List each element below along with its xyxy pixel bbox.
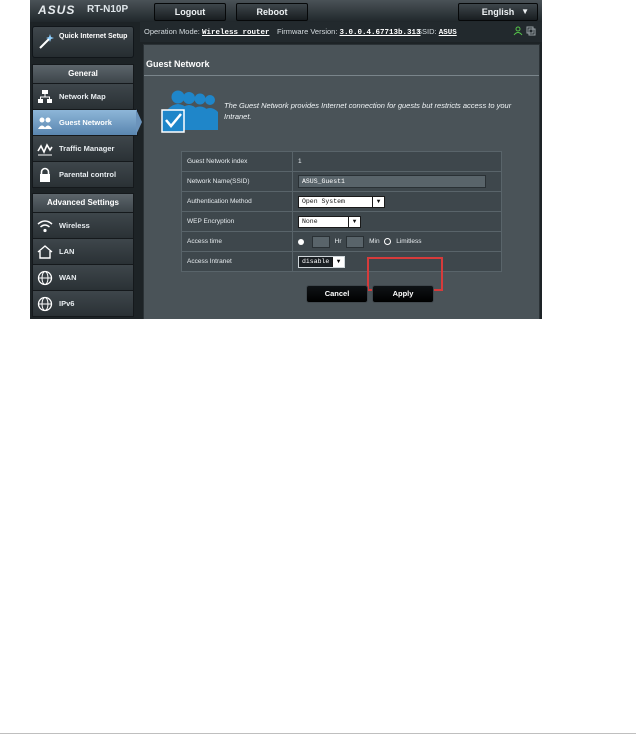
sidebar-item-wireless[interactable]: Wireless: [32, 212, 134, 239]
ssid-link[interactable]: ASUS: [439, 29, 457, 37]
sidebar-item-label: IPv6: [59, 299, 75, 308]
access-intranet-select[interactable]: disable ▼: [298, 255, 345, 268]
auth-method-cell: Open System ▼: [292, 191, 502, 212]
access-intranet-label: Access Intranet: [181, 251, 293, 272]
table-row: Network Name(SSID) ASUS_Guest1: [181, 171, 502, 192]
limitless-label: Limitless: [396, 238, 422, 245]
quick-internet-setup-label: Quick Internet Setup: [59, 33, 128, 40]
operation-mode-link[interactable]: Wireless router: [202, 29, 270, 37]
apply-button[interactable]: Apply: [372, 285, 434, 303]
hour-unit: Hr: [334, 238, 342, 245]
guest-index-label: Guest Network index: [181, 151, 293, 172]
sidebar-item-label: Traffic Manager: [59, 144, 115, 153]
title-divider: [144, 75, 539, 76]
ssid-status: SSID: ASUS: [417, 22, 457, 43]
sidebar-item-label: Network Map: [59, 92, 106, 101]
active-indicator-arrow: [136, 109, 142, 135]
access-intranet-value: disable: [302, 257, 330, 265]
sidebar-item-ipv6[interactable]: IPv6: [32, 290, 134, 317]
wep-encryption-cell: None ▼: [292, 211, 502, 232]
firmware-label: Firmware Version:: [277, 27, 338, 36]
table-row: Access Intranet disable ▼: [181, 251, 502, 272]
sidebar-item-network-map[interactable]: Network Map: [32, 83, 134, 110]
quick-internet-setup-button[interactable]: Quick Internet Setup: [32, 26, 134, 58]
wep-encryption-value: None: [302, 217, 318, 225]
sidebar-item-label: Parental control: [59, 170, 117, 179]
page-bottom-divider: [0, 733, 636, 734]
status-icons: [513, 22, 536, 42]
chevron-down-icon: ▼: [332, 256, 344, 267]
guest-network-icon: [38, 117, 52, 129]
table-row: Access time Hr Min Limitless: [181, 231, 502, 252]
ssid-label: SSID:: [417, 27, 437, 36]
globe-icon: [37, 296, 53, 312]
sidebar-item-parental-control[interactable]: Parental control: [32, 161, 134, 188]
page-title: Guest Network: [146, 59, 210, 69]
limitless-radio[interactable]: [384, 238, 392, 245]
table-row: Authentication Method Open System ▼: [181, 191, 502, 212]
firmware-link[interactable]: 3.0.0.4.67713b.313: [340, 29, 421, 37]
minute-unit: Min: [369, 238, 380, 245]
globe-icon: [37, 270, 53, 286]
table-row: WEP Encryption None ▼: [181, 211, 502, 232]
asus-logo: ASUS: [38, 3, 76, 17]
ssid-cell: ASUS_Guest1: [292, 171, 502, 192]
hour-input[interactable]: [311, 235, 330, 248]
chevron-down-icon: ▼: [348, 216, 360, 227]
access-time-cell: Hr Min Limitless: [292, 231, 502, 252]
magic-wand-icon: [39, 34, 54, 49]
sidebar-item-label: Guest Network: [59, 118, 112, 127]
language-select[interactable]: English ▼: [458, 3, 538, 21]
auth-method-value: Open System: [302, 197, 345, 205]
guest-index-value: 1: [292, 151, 502, 172]
sidebar-item-label: Wireless: [59, 221, 90, 230]
advanced-settings-heading: Advanced Settings: [32, 193, 134, 213]
top-bar: ASUS RT-N10P Logout Reboot English ▼: [30, 0, 542, 23]
operation-mode: Operation Mode: Wireless router: [144, 22, 269, 43]
chevron-down-icon: ▼: [521, 7, 529, 16]
general-heading: General: [32, 64, 134, 84]
wep-encryption-label: WEP Encryption: [181, 211, 293, 232]
guest-network-hero-icon: [161, 90, 218, 133]
router-admin-screenshot: ASUS RT-N10P Logout Reboot English ▼ Qui…: [30, 0, 542, 319]
ssid-input[interactable]: ASUS_Guest1: [298, 175, 486, 188]
ssid-field-label: Network Name(SSID): [181, 171, 293, 192]
reboot-button[interactable]: Reboot: [236, 3, 308, 21]
guest-network-settings-table: Guest Network index 1 Network Name(SSID)…: [181, 151, 502, 272]
limited-time-radio[interactable]: [298, 238, 304, 245]
auth-method-label: Authentication Method: [181, 191, 293, 212]
cancel-button[interactable]: Cancel: [306, 285, 368, 303]
lock-icon: [40, 167, 50, 182]
sidebar: Quick Internet Setup General Network Map…: [30, 22, 142, 319]
copy-icon[interactable]: [526, 26, 536, 36]
sidebar-item-wan[interactable]: WAN: [32, 264, 134, 291]
sidebar-item-label: WAN: [59, 273, 77, 282]
main-panel: Guest Network The Guest Network provides…: [143, 44, 540, 319]
home-icon: [37, 245, 53, 259]
sidebar-item-guest-network[interactable]: Guest Network: [32, 109, 138, 136]
network-map-icon: [38, 90, 52, 103]
model-name: RT-N10P: [87, 4, 129, 15]
chevron-down-icon: ▼: [372, 196, 384, 207]
access-time-label: Access time: [181, 231, 293, 252]
auth-method-select[interactable]: Open System ▼: [298, 195, 385, 208]
table-row: Guest Network index 1: [181, 151, 502, 172]
language-value: English: [481, 7, 515, 17]
wep-encryption-select[interactable]: None ▼: [298, 215, 361, 228]
firmware-version: Firmware Version: 3.0.0.4.67713b.313: [277, 22, 421, 43]
guest-network-description: The Guest Network provides Internet conn…: [224, 101, 512, 121]
operation-mode-label: Operation Mode:: [144, 27, 200, 36]
minute-input[interactable]: [346, 235, 365, 248]
sidebar-item-traffic-manager[interactable]: Traffic Manager: [32, 135, 134, 162]
user-status-icon[interactable]: [513, 26, 523, 36]
traffic-icon: [37, 143, 53, 156]
logout-button[interactable]: Logout: [154, 3, 226, 21]
status-bar: Operation Mode: Wireless router Firmware…: [140, 22, 542, 42]
sidebar-item-label: LAN: [59, 247, 75, 256]
sidebar-item-lan[interactable]: LAN: [32, 238, 134, 265]
wifi-icon: [37, 220, 53, 233]
